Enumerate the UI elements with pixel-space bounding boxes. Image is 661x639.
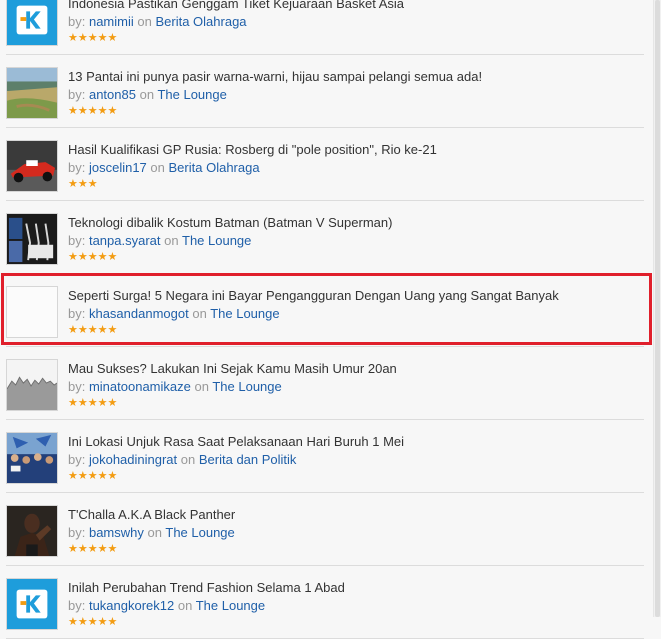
- f1-car-photo-thumbnail[interactable]: [6, 140, 58, 192]
- rating-stars: ★★★★★: [68, 397, 118, 409]
- thread-meta: by: joscelin17 on Berita Olahraga: [68, 160, 260, 175]
- thread-meta: by: tanpa.syarat on The Lounge: [68, 233, 251, 248]
- thread-meta: by: anton85 on The Lounge: [68, 87, 227, 102]
- on-label: on: [137, 14, 152, 29]
- blank-thumbnail[interactable]: [6, 286, 58, 338]
- by-label: by:: [68, 14, 86, 29]
- on-label: on: [150, 160, 165, 175]
- thread-meta: by: khasandanmogot on The Lounge: [68, 306, 280, 321]
- thread-meta: by: jokohadiningrat on Berita dan Politi…: [68, 452, 296, 467]
- scrollbar-thumb[interactable]: [655, 0, 660, 617]
- rating-stars: ★★★★★: [68, 470, 118, 482]
- author-link[interactable]: tanpa.syarat: [89, 233, 161, 248]
- thread-meta: by: namimii on Berita Olahraga: [68, 14, 247, 29]
- chart-graphic-thumbnail[interactable]: [6, 359, 58, 411]
- on-label: on: [139, 87, 155, 102]
- author-link[interactable]: khasandanmogot: [89, 306, 189, 321]
- forum-link[interactable]: The Lounge: [165, 525, 234, 540]
- on-label: on: [180, 452, 196, 467]
- forum-link[interactable]: Berita Olahraga: [155, 14, 246, 29]
- rating-stars: ★★★★★: [68, 32, 118, 44]
- thread-item[interactable]: Mau Sukses? Lakukan Ini Sejak Kamu Masih…: [6, 347, 644, 420]
- on-label: on: [177, 598, 193, 613]
- protest-photo-thumbnail[interactable]: [6, 432, 58, 484]
- forum-link[interactable]: Berita dan Politik: [199, 452, 297, 467]
- forum-link[interactable]: The Lounge: [210, 306, 279, 321]
- thread-item[interactable]: 13 Pantai ini punya pasir warna-warni, h…: [6, 55, 644, 128]
- thread-title[interactable]: T'Challa A.K.A Black Panther: [68, 507, 235, 522]
- by-label: by:: [68, 160, 86, 175]
- author-link[interactable]: joscelin17: [89, 160, 147, 175]
- black-panther-photo-thumbnail[interactable]: [6, 505, 58, 557]
- by-label: by:: [68, 525, 86, 540]
- scrollbar[interactable]: [653, 0, 661, 617]
- by-label: by:: [68, 452, 86, 467]
- thread-title[interactable]: Inilah Perubahan Trend Fashion Selama 1 …: [68, 580, 345, 595]
- thread-item[interactable]: Indonesia Pastikan Genggam Tiket Kejuara…: [6, 0, 644, 55]
- thread-title[interactable]: Seperti Surga! 5 Negara ini Bayar Pengan…: [68, 288, 559, 303]
- kaskus-logo-thumbnail[interactable]: [6, 578, 58, 630]
- forum-link[interactable]: The Lounge: [196, 598, 265, 613]
- thread-title[interactable]: Ini Lokasi Unjuk Rasa Saat Pelaksanaan H…: [68, 434, 404, 449]
- author-link[interactable]: tukangkorek12: [89, 598, 174, 613]
- on-label: on: [164, 233, 179, 248]
- on-label: on: [194, 379, 209, 394]
- author-link[interactable]: minatoonamikaze: [89, 379, 191, 394]
- by-label: by:: [68, 306, 86, 321]
- by-label: by:: [68, 379, 86, 394]
- beach-photo-thumbnail[interactable]: [6, 67, 58, 119]
- author-link[interactable]: namimii: [89, 14, 134, 29]
- rating-stars: ★★★★★: [68, 616, 118, 628]
- thread-item[interactable]: Teknologi dibalik Kostum Batman (Batman …: [6, 201, 644, 274]
- by-label: by:: [68, 233, 86, 248]
- thread-title[interactable]: Teknologi dibalik Kostum Batman (Batman …: [68, 215, 392, 230]
- batman-suits-photo-thumbnail[interactable]: [6, 213, 58, 265]
- thread-item[interactable]: Hasil Kualifikasi GP Rusia: Rosberg di "…: [6, 128, 644, 201]
- author-link[interactable]: bamswhy: [89, 525, 144, 540]
- forum-link[interactable]: The Lounge: [182, 233, 251, 248]
- kaskus-logo-thumbnail[interactable]: [6, 0, 58, 46]
- by-label: by:: [68, 87, 86, 102]
- rating-stars: ★★★★★: [68, 251, 118, 263]
- thread-meta: by: minatoonamikaze on The Lounge: [68, 379, 282, 394]
- on-label: on: [147, 525, 162, 540]
- author-link[interactable]: anton85: [89, 87, 136, 102]
- thread-title[interactable]: Indonesia Pastikan Genggam Tiket Kejuara…: [68, 0, 404, 11]
- rating-stars: ★★★: [68, 178, 98, 190]
- thread-item[interactable]: Ini Lokasi Unjuk Rasa Saat Pelaksanaan H…: [6, 420, 644, 493]
- thread-item[interactable]: Inilah Perubahan Trend Fashion Selama 1 …: [6, 566, 644, 639]
- rating-stars: ★★★★★: [68, 324, 118, 336]
- thread-meta: by: bamswhy on The Lounge: [68, 525, 235, 540]
- forum-link[interactable]: The Lounge: [157, 87, 226, 102]
- thread-meta: by: tukangkorek12 on The Lounge: [68, 598, 265, 613]
- author-link[interactable]: jokohadiningrat: [89, 452, 177, 467]
- thread-title[interactable]: 13 Pantai ini punya pasir warna-warni, h…: [68, 69, 482, 84]
- on-label: on: [192, 306, 207, 321]
- thread-item[interactable]: T'Challa A.K.A Black Panther by: bamswhy…: [6, 493, 644, 566]
- thread-item[interactable]: Seperti Surga! 5 Negara ini Bayar Pengan…: [6, 274, 644, 347]
- forum-link[interactable]: Berita Olahraga: [169, 160, 260, 175]
- forum-link[interactable]: The Lounge: [212, 379, 281, 394]
- by-label: by:: [68, 598, 86, 613]
- rating-stars: ★★★★★: [68, 105, 118, 117]
- hot-thread-list: Indonesia Pastikan Genggam Tiket Kejuara…: [0, 0, 652, 639]
- thread-title[interactable]: Hasil Kualifikasi GP Rusia: Rosberg di "…: [68, 142, 437, 157]
- thread-title[interactable]: Mau Sukses? Lakukan Ini Sejak Kamu Masih…: [68, 361, 397, 376]
- rating-stars: ★★★★★: [68, 543, 118, 555]
